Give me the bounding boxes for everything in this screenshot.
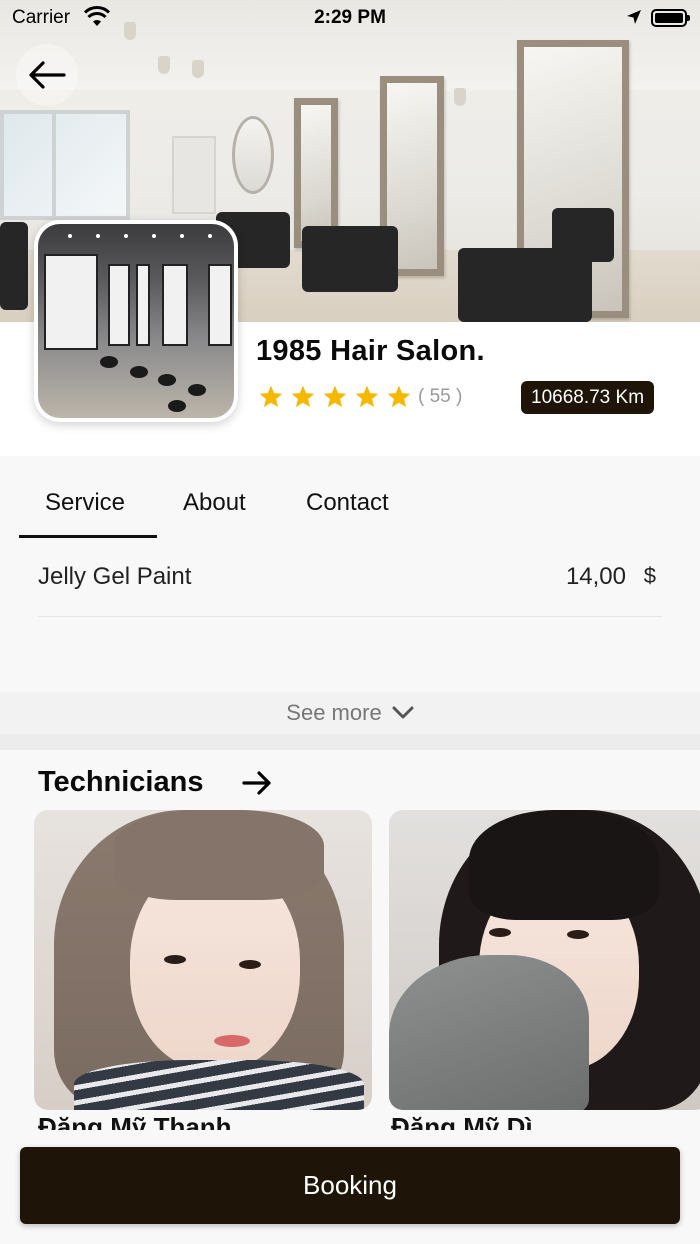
see-more-label: See more: [286, 700, 382, 725]
tab-contact[interactable]: Contact: [306, 489, 389, 517]
tab-service[interactable]: Service: [45, 489, 125, 517]
status-time: 2:29 PM: [314, 7, 386, 28]
technicians-more-button[interactable]: [242, 770, 272, 801]
status-bar: Carrier 2:29 PM: [0, 0, 700, 36]
see-more-button[interactable]: See more: [0, 692, 700, 734]
service-currency: $: [643, 563, 656, 588]
star-icon: [291, 385, 315, 407]
booking-button[interactable]: Booking: [20, 1147, 680, 1224]
service-price: 14,00: [565, 563, 626, 590]
salon-thumbnail: [34, 220, 238, 422]
arrow-right-icon: [242, 771, 271, 795]
salon-tabs-section: Service About Contact Jelly Gel Paint 14…: [0, 456, 700, 692]
salon-name: 1985 Hair Salon.: [256, 335, 485, 367]
section-divider: [0, 734, 700, 750]
technician-card[interactable]: [389, 810, 700, 1110]
technicians-title: Technicians: [38, 766, 204, 798]
tab-about[interactable]: About: [183, 489, 246, 517]
location-arrow-icon: [626, 9, 642, 30]
star-icon: [259, 385, 283, 407]
star-icon: [387, 385, 411, 407]
back-arrow-icon: [29, 61, 66, 89]
technician-card[interactable]: [34, 810, 372, 1110]
technician-name: Đặng Mỹ Thanh: [38, 1112, 232, 1130]
back-button[interactable]: [16, 44, 78, 106]
battery-icon: [651, 9, 690, 27]
active-tab-indicator: [19, 535, 157, 538]
rating-stars: ( 55 ): [258, 384, 462, 410]
service-name: Jelly Gel Paint: [38, 563, 192, 590]
chevron-down-icon: [392, 706, 414, 719]
technician-name: Đặng Mỹ Dì: [391, 1112, 533, 1130]
review-count: ( 55 ): [418, 386, 463, 407]
service-row[interactable]: Jelly Gel Paint 14,00 $: [38, 563, 662, 617]
star-icon: [323, 385, 347, 407]
star-icon: [355, 385, 379, 407]
distance-badge: 10668.73 Km: [521, 381, 655, 414]
